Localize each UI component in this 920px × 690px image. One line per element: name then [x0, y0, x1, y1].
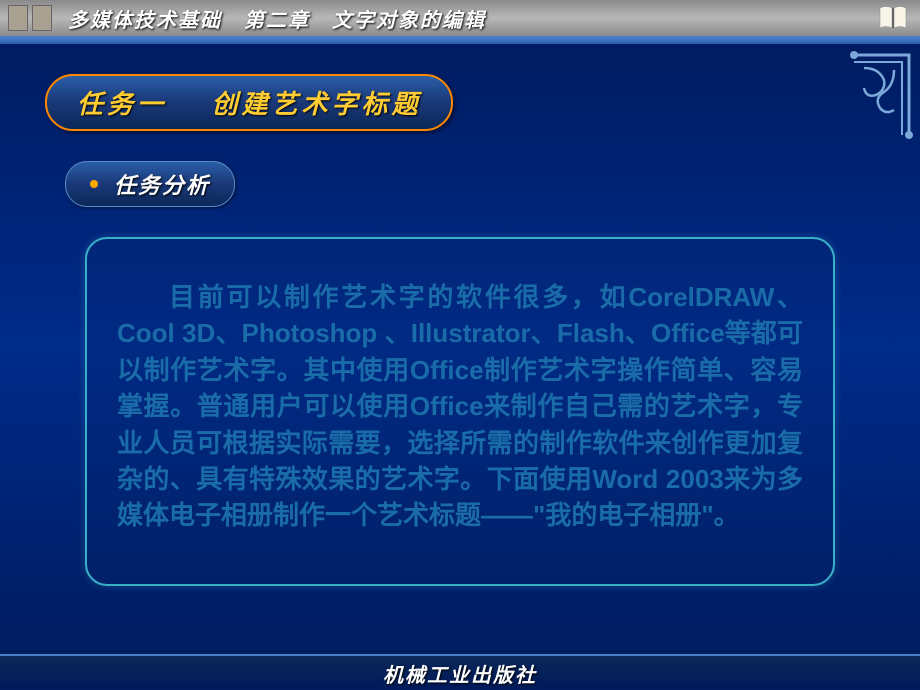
open-book-icon	[878, 4, 908, 30]
body-text-box: 目前可以制作艺术字的软件很多，如CorelDRAW、Cool 3D、Photos…	[85, 237, 835, 586]
content-area: 任务一 创建艺术字标题 任务分析 目前可以制作艺术字的软件很多，如CorelDR…	[0, 44, 920, 586]
bullet-icon	[90, 180, 98, 188]
body-paragraph: 目前可以制作艺术字的软件很多，如CorelDRAW、Cool 3D、Photos…	[117, 279, 803, 534]
corner-ornament	[844, 50, 914, 140]
header-book-icon	[878, 4, 908, 30]
publisher-label: 机械工业出版社	[383, 659, 537, 688]
footer-bar: 机械工业出版社	[0, 654, 920, 690]
task-title-pill: 任务一 创建艺术字标题	[45, 74, 453, 131]
subtask-pill: 任务分析	[65, 161, 235, 207]
subtask-label: 任务分析	[114, 168, 210, 200]
task-name: 创建艺术字标题	[211, 89, 421, 119]
task-number: 任务一	[77, 89, 167, 119]
header-icon-1	[8, 5, 28, 31]
header-icon-2	[32, 5, 52, 31]
header-icon-group	[8, 5, 52, 31]
header-title: 多媒体技术基础 第二章 文字对象的编辑	[68, 4, 486, 33]
header-bar: 多媒体技术基础 第二章 文字对象的编辑	[0, 0, 920, 38]
